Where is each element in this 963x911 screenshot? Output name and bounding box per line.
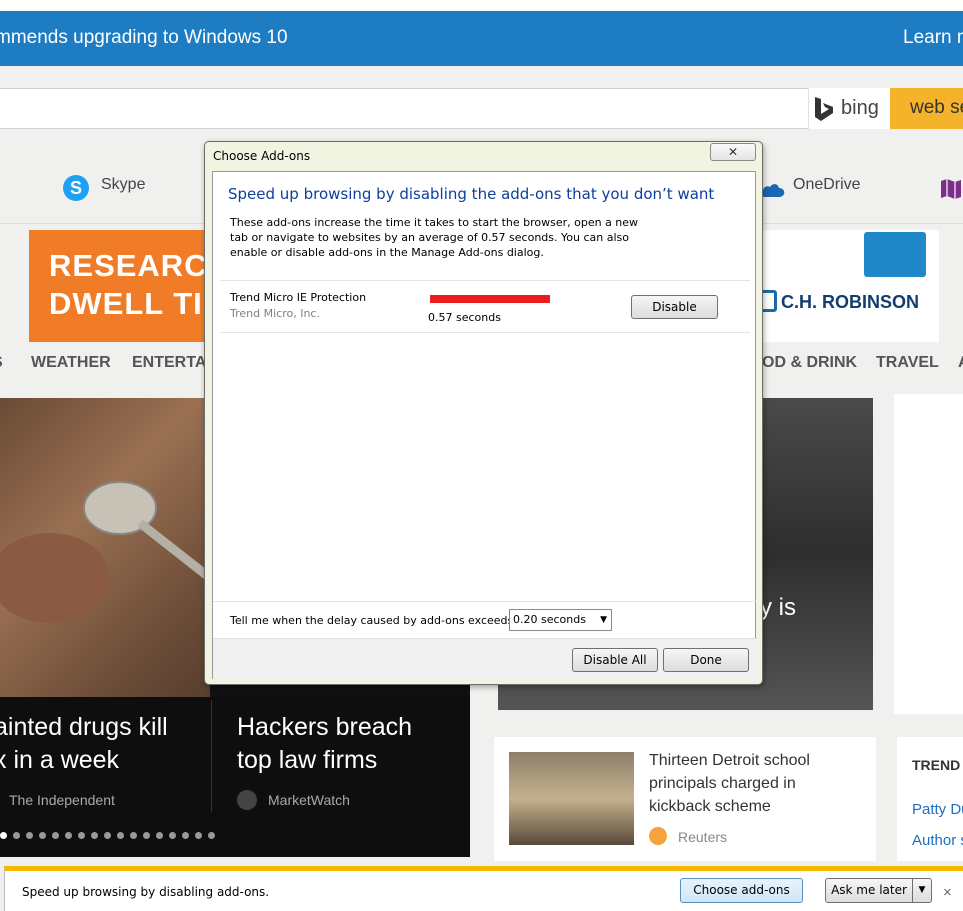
addon-list: Trend Micro IE Protection Trend Micro, I…	[220, 280, 750, 600]
side-card	[894, 394, 963, 714]
carousel-dot[interactable]	[13, 832, 20, 839]
nav-item-entertainment[interactable]: ENTERTAI	[132, 354, 211, 372]
dialog-description: These add-ons increase the time it takes…	[230, 216, 639, 259]
addon-load-time-fill	[430, 295, 550, 303]
addon-row[interactable]: Trend Micro IE Protection Trend Micro, I…	[220, 281, 750, 333]
dialog-close-button[interactable]: ✕	[710, 143, 756, 161]
nav-item-travel[interactable]: TRAVEL	[876, 354, 939, 372]
nav-item-food-drink[interactable]: OD & DRINK	[762, 354, 857, 372]
disable-addon-button[interactable]: Disable	[631, 295, 718, 319]
addon-load-time: 0.57 seconds	[428, 311, 501, 324]
carousel-dot[interactable]	[91, 832, 98, 839]
carousel-dot[interactable]	[143, 832, 150, 839]
trending-heading: TREND	[912, 757, 961, 773]
dropdown-arrow-icon: ▼	[600, 615, 607, 625]
hero-left-title-line2[interactable]: x in a week	[0, 744, 119, 777]
dialog-button-bar: Disable All Done	[213, 638, 757, 680]
delay-threshold-select[interactable]: 0.20 seconds ▼	[509, 609, 612, 631]
news-source: Reuters	[678, 829, 728, 845]
web-search-button[interactable]: web se	[890, 88, 963, 129]
nav-item-autos[interactable]: A	[958, 354, 963, 372]
addon-name: Trend Micro IE Protection	[230, 291, 367, 304]
addon-load-time-bar	[430, 295, 550, 303]
choose-addons-button[interactable]: Choose add-ons	[680, 878, 803, 903]
choose-addons-dialog: Choose Add-ons ✕ Speed up browsing by di…	[204, 141, 763, 685]
news-thumbnail[interactable]	[509, 752, 634, 845]
hero-divider	[211, 700, 212, 812]
hero-mid-title-line1[interactable]: Hackers breach	[237, 711, 412, 744]
disable-all-button[interactable]: Disable All	[572, 648, 658, 672]
ad-banner-chrobinson[interactable]: C.H. ROBINSON	[757, 230, 939, 342]
ad-logo-text: C.H. ROBINSON	[781, 292, 920, 312]
notification-bar: Speed up browsing by disabling add-ons. …	[4, 866, 963, 911]
dialog-title: Choose Add-ons	[213, 149, 311, 163]
marketwatch-icon	[237, 790, 257, 810]
hero-mid-source: MarketWatch	[268, 792, 350, 808]
ad-banner-research[interactable]: RESEARCH: DWELL TIM	[29, 230, 209, 342]
close-icon[interactable]: ×	[943, 884, 952, 901]
carousel-dot[interactable]	[169, 832, 176, 839]
web-search-label: web se	[910, 97, 963, 118]
reuters-icon	[649, 827, 667, 845]
chevron-down-icon[interactable]: ▼	[912, 878, 932, 903]
trending-item[interactable]: Author s	[912, 832, 963, 849]
hero-left-title-line1[interactable]: ainted drugs kill	[0, 711, 168, 744]
nav-item-weather[interactable]: WEATHER	[31, 354, 111, 372]
hero-mid-title-line2[interactable]: top law firms	[237, 744, 377, 777]
notification-text: Speed up browsing by disabling add-ons.	[22, 885, 270, 899]
ask-later-split-button: Ask me later ▼	[825, 878, 932, 903]
carousel-dot[interactable]	[39, 832, 46, 839]
addon-publisher: Trend Micro, Inc.	[230, 307, 320, 320]
trending-item[interactable]: Patty Du	[912, 801, 963, 818]
carousel-dots[interactable]	[0, 826, 240, 839]
upgrade-banner: mmends upgrading to Windows 10 Learn m	[0, 11, 963, 66]
learn-more-link[interactable]: Learn m	[903, 27, 963, 49]
done-button[interactable]: Done	[663, 648, 749, 672]
dialog-heading: Speed up browsing by disabling the add-o…	[228, 185, 715, 203]
ask-me-later-button[interactable]: Ask me later	[825, 878, 913, 903]
skype-icon[interactable]: S	[63, 175, 89, 201]
onedrive-link[interactable]: OneDrive	[793, 176, 861, 194]
delay-threshold-value: 0.20 seconds	[513, 613, 586, 626]
ad-headline-line2: DWELL TIM	[49, 286, 209, 321]
carousel-dot[interactable]	[117, 832, 124, 839]
news-title[interactable]: Thirteen Detroit school principals charg…	[649, 749, 859, 818]
bing-logo: bing	[808, 88, 890, 129]
carousel-dot[interactable]	[26, 832, 33, 839]
carousel-dot[interactable]	[208, 832, 215, 839]
carousel-dot[interactable]	[195, 832, 202, 839]
truck-icon	[864, 232, 926, 277]
nav-item-news[interactable]: S	[0, 354, 3, 372]
onedrive-icon[interactable]	[760, 180, 786, 198]
skype-link[interactable]: Skype	[101, 176, 145, 194]
ad-headline-line1: RESEARCH:	[49, 248, 209, 283]
hero-right-caption[interactable]: y is	[760, 594, 796, 622]
carousel-dot[interactable]	[104, 832, 111, 839]
carousel-dot[interactable]	[130, 832, 137, 839]
carousel-dot[interactable]	[0, 832, 7, 839]
dialog-content: Speed up browsing by disabling the add-o…	[212, 171, 757, 680]
msn-map-icon[interactable]	[939, 178, 963, 200]
delay-threshold-row: Tell me when the delay caused by add-ons…	[213, 601, 757, 637]
carousel-dot[interactable]	[78, 832, 85, 839]
spoon-image	[0, 481, 210, 623]
news-card-detroit[interactable]: Thirteen Detroit school principals charg…	[494, 737, 876, 861]
carousel-dot[interactable]	[65, 832, 72, 839]
top-strip	[0, 0, 963, 11]
carousel-dot[interactable]	[156, 832, 163, 839]
bing-label: bing	[841, 97, 879, 119]
hero-left-source: The Independent	[9, 792, 115, 808]
delay-threshold-label: Tell me when the delay caused by add-ons…	[230, 614, 517, 627]
carousel-dot[interactable]	[52, 832, 59, 839]
bing-icon	[815, 97, 833, 121]
upgrade-banner-text: mmends upgrading to Windows 10	[0, 27, 288, 48]
carousel-dot[interactable]	[182, 832, 189, 839]
trending-panel: TREND Patty Du Author s	[897, 737, 963, 861]
